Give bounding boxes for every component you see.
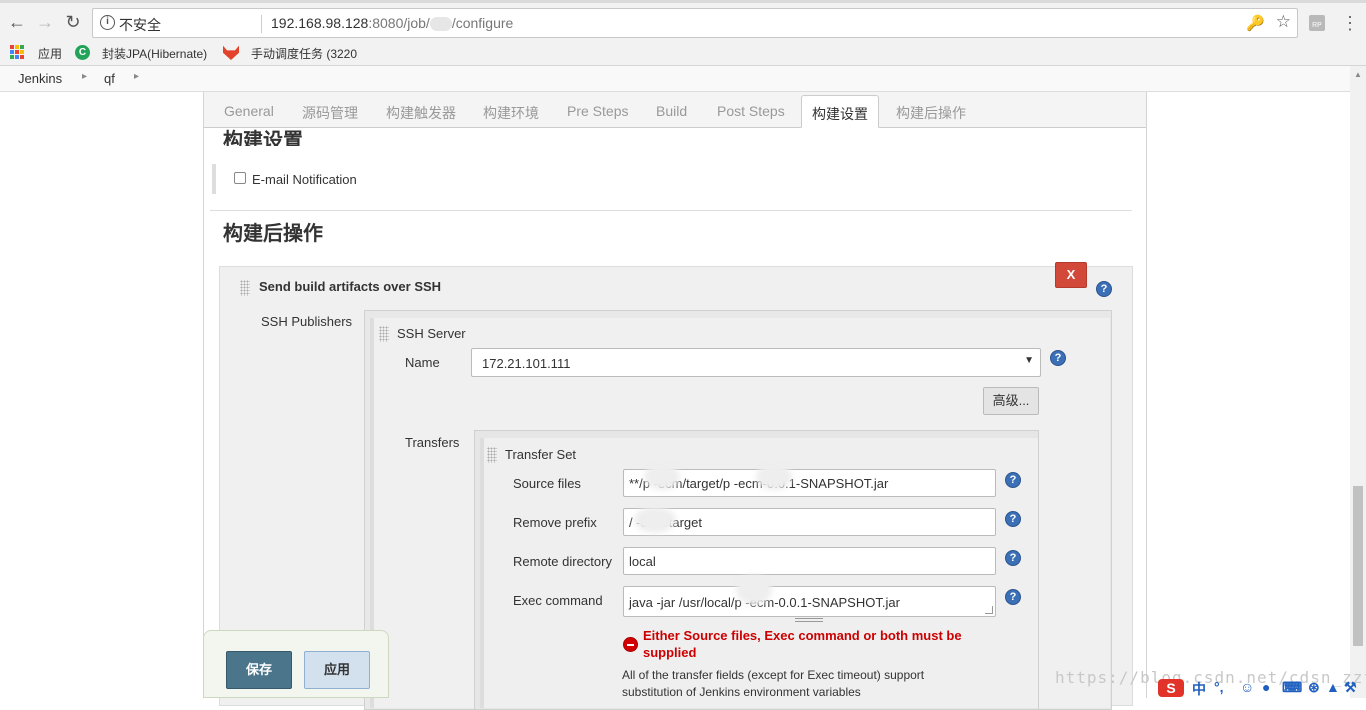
save-button[interactable]: 保存 [226,651,292,689]
resize-handle-icon[interactable] [985,606,993,614]
ssh-server-title: SSH Server [397,326,466,341]
info-icon[interactable]: i [100,15,115,30]
keyboard-icon[interactable]: ⌨ [1282,679,1302,696]
transfer-set-title: Transfer Set [505,447,577,462]
ime-mode-chinese[interactable]: 中 [1192,679,1206,699]
exec-command-textarea[interactable]: java -jar /usr/local/p -ecm-0.0.1-SNAPSH… [623,575,996,617]
help-icon[interactable]: ? [1005,511,1021,527]
validation-error: Either Source files, Exec command or bot… [643,628,962,660]
env-variables-hint: All of the transfer fields (except for E… [622,668,925,699]
advanced-button[interactable]: 高级... [983,387,1039,415]
apply-button[interactable]: 应用 [304,651,370,689]
ssh-server-select[interactable]: 172.21.101.111 ▼ [471,348,1041,377]
section-divider [210,210,1132,211]
help-icon[interactable]: ? [1050,350,1066,366]
exec-command-label: Exec command [513,593,603,608]
remove-prefix-label: Remove prefix [513,515,597,530]
bookmark-schedule[interactable]: 手动调度任务 (3220 [251,45,357,62]
redaction-blur [644,464,680,490]
address-bar[interactable]: i 不安全 192.168.98.128:8080/job/ /configure… [92,8,1298,38]
help-icon[interactable]: ? [1096,281,1112,297]
url-host: 192.168.98.128 [271,15,369,31]
email-notification-checkbox[interactable] [234,172,246,184]
url-port-path: :8080/job/ [368,15,430,31]
bookmarks-bar: 应用 C 封装JPA(Hibernate) 手动调度任务 (3220 [0,42,1366,66]
chrome-c-icon: C [75,45,90,60]
email-notification-label: E-mail Notification [252,172,357,187]
drag-handle-icon[interactable] [379,326,389,342]
remote-directory-value: local [629,554,656,569]
redaction-blur [756,464,792,490]
omnibox-separator [261,15,262,33]
wrench-icon[interactable]: ⚒ [1344,679,1357,696]
error-icon [623,637,638,652]
key-icon[interactable]: 🔑 [1246,14,1265,32]
scroll-up-icon[interactable]: ▲ [1354,70,1362,79]
tab-build-settings[interactable]: 构建设置 [801,95,879,128]
tab-scm[interactable]: 源码管理 [302,103,358,123]
insecure-label: 不安全 [119,17,161,33]
page-scrollbar[interactable]: ▲ [1350,66,1366,698]
help-icon[interactable]: ? [1005,589,1021,605]
bookmark-jpa[interactable]: 封装JPA(Hibernate) [102,45,207,62]
tab-pre-steps[interactable]: Pre Steps [567,103,628,119]
extension-icon[interactable]: RP [1309,15,1325,31]
tab-build[interactable]: Build [656,103,687,119]
shirt-icon[interactable]: ▲ [1326,679,1340,695]
source-files-input[interactable]: **/p -ecm/target/p -ecm-0.0.1-SNAPSHOT.j… [623,464,996,497]
tab-general[interactable]: General [224,103,274,119]
bookmark-apps[interactable]: 应用 [38,45,62,62]
tab-post-steps[interactable]: Post Steps [717,103,785,119]
remote-directory-label: Remote directory [513,554,612,569]
source-files-label: Source files [513,476,581,491]
reload-icon[interactable]: ↻ [62,11,84,33]
ime-toolbar: S 中 °, ☺ ● ⌨ ⊛ ▲ ⚒ [1158,678,1358,698]
transfers-label: Transfers [405,435,460,450]
config-tabbar: General 源码管理 构建触发器 构建环境 Pre Steps Build … [204,92,1146,128]
name-label: Name [405,355,440,370]
url-redacted [429,17,452,32]
sogou-logo-icon[interactable]: S [1158,679,1184,697]
punctuation-icon[interactable]: °, [1214,679,1224,695]
microphone-icon[interactable]: ● [1262,679,1270,695]
breadcrumb-arrow-icon[interactable]: ▸ [134,71,139,82]
emoji-icon[interactable]: ☺ [1240,679,1254,695]
skin-icon[interactable]: ⊛ [1308,679,1320,696]
breadcrumb-job[interactable]: qf [104,71,115,86]
redaction-blur [736,575,772,605]
browser-menu-icon[interactable]: ⋮ [1340,13,1360,33]
url-tail: /configure [451,15,514,31]
ssh-publishers-label: SSH Publishers [261,314,353,329]
breadcrumb-arrow-icon[interactable]: ▸ [82,71,87,82]
gitlab-fox-icon [223,45,239,60]
post-build-title: 构建后操作 [223,223,323,245]
url-text: 192.168.98.128:8080/job/ /configure [271,15,514,32]
step-title: Send build artifacts over SSH [259,279,442,294]
drag-handle-icon[interactable] [487,447,497,463]
ssh-server-value: 172.21.101.111 [482,356,571,371]
tab-post-build[interactable]: 构建后操作 [896,103,966,123]
forward-arrow-icon[interactable]: → [34,11,56,33]
apps-grid-icon[interactable] [10,45,24,59]
config-panel: General 源码管理 构建触发器 构建环境 Pre Steps Build … [203,92,1147,710]
delete-step-button[interactable]: X [1055,262,1087,288]
tab-triggers[interactable]: 构建触发器 [386,103,456,123]
build-settings-title: 构建设置 [223,130,303,146]
help-icon[interactable]: ? [1005,550,1021,566]
breadcrumb: Jenkins ▸ qf ▸ [0,66,1350,92]
textarea-expand-handle[interactable] [795,618,823,622]
scroll-thumb[interactable] [1353,486,1363,646]
email-notification-row: E-mail Notification [212,164,512,194]
breadcrumb-jenkins[interactable]: Jenkins [18,71,62,86]
browser-toolbar: ← → ↻ i 不安全 192.168.98.128:8080/job/ /con… [0,0,1366,42]
remove-prefix-input[interactable]: / -ecm/target [623,507,996,536]
redaction-blur [634,507,676,533]
tab-build-env[interactable]: 构建环境 [483,103,539,123]
remote-directory-input[interactable]: local [623,547,996,575]
star-icon[interactable]: ☆ [1276,12,1291,32]
chevron-down-icon: ▼ [1024,355,1034,366]
help-icon[interactable]: ? [1005,472,1021,488]
back-arrow-icon[interactable]: ← [6,11,28,33]
drag-handle-icon[interactable] [240,280,250,296]
